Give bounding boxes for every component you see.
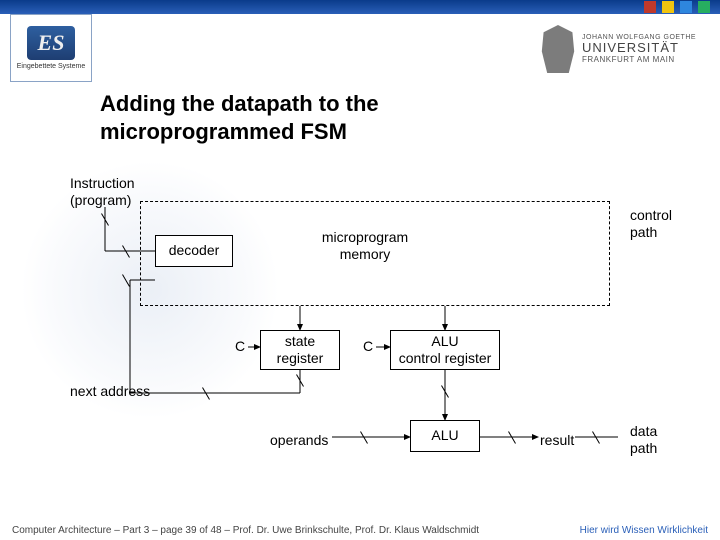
diagram: Instruction (program) decoder microprogr…	[70, 175, 690, 495]
bus-slash-icon	[200, 387, 212, 399]
bus-slash-icon	[120, 274, 132, 286]
decoder-block: decoder	[155, 235, 233, 267]
alu-block: ALU	[410, 420, 480, 452]
control-path-label: control path	[630, 207, 690, 241]
es-badge: ES	[27, 26, 75, 60]
microprogram-memory-label: microprogram memory	[305, 229, 425, 263]
university-logo: JOHANN WOLFGANG GOETHE UNIVERSITÄT FRANK…	[540, 18, 710, 80]
state-register-block: state register	[260, 330, 340, 370]
clock-c2-label: C	[363, 338, 373, 355]
uni-line2: UNIVERSITÄT	[582, 41, 696, 55]
next-address-label: next address	[70, 383, 150, 400]
top-accent-bar	[0, 0, 720, 14]
es-text: ES	[38, 30, 65, 56]
footer: Computer Architecture – Part 3 – page 39…	[12, 525, 708, 536]
bus-slash-icon	[358, 431, 370, 443]
eagle-icon	[540, 25, 576, 73]
alu-control-register-block: ALU control register	[390, 330, 500, 370]
university-text: JOHANN WOLFGANG GOETHE UNIVERSITÄT FRANK…	[582, 34, 696, 65]
bus-slash-icon	[294, 374, 306, 386]
data-path-label: data path	[630, 423, 690, 457]
bus-slash-icon	[120, 245, 132, 257]
accent-square-yellow	[662, 1, 674, 13]
operands-label: operands	[270, 432, 328, 449]
bus-slash-icon	[506, 431, 518, 443]
bus-slash-icon	[99, 213, 111, 225]
accent-square-green	[698, 1, 710, 13]
result-label: result	[540, 432, 574, 449]
footer-left: Computer Architecture – Part 3 – page 39…	[12, 525, 479, 536]
institute-logo: ES Eingebettete Systeme	[10, 14, 92, 82]
slide-title: Adding the datapath to the microprogramm…	[100, 90, 379, 145]
institute-caption: Eingebettete Systeme	[17, 63, 86, 70]
uni-line3: FRANKFURT AM MAIN	[582, 56, 696, 65]
instruction-label: Instruction (program)	[70, 175, 135, 209]
accent-square-red	[644, 1, 656, 13]
clock-c1-label: C	[235, 338, 245, 355]
accent-square-blue	[680, 1, 692, 13]
footer-right: Hier wird Wissen Wirklichkeit	[580, 525, 708, 536]
bus-slash-icon	[439, 385, 451, 397]
bus-slash-icon	[590, 431, 602, 443]
